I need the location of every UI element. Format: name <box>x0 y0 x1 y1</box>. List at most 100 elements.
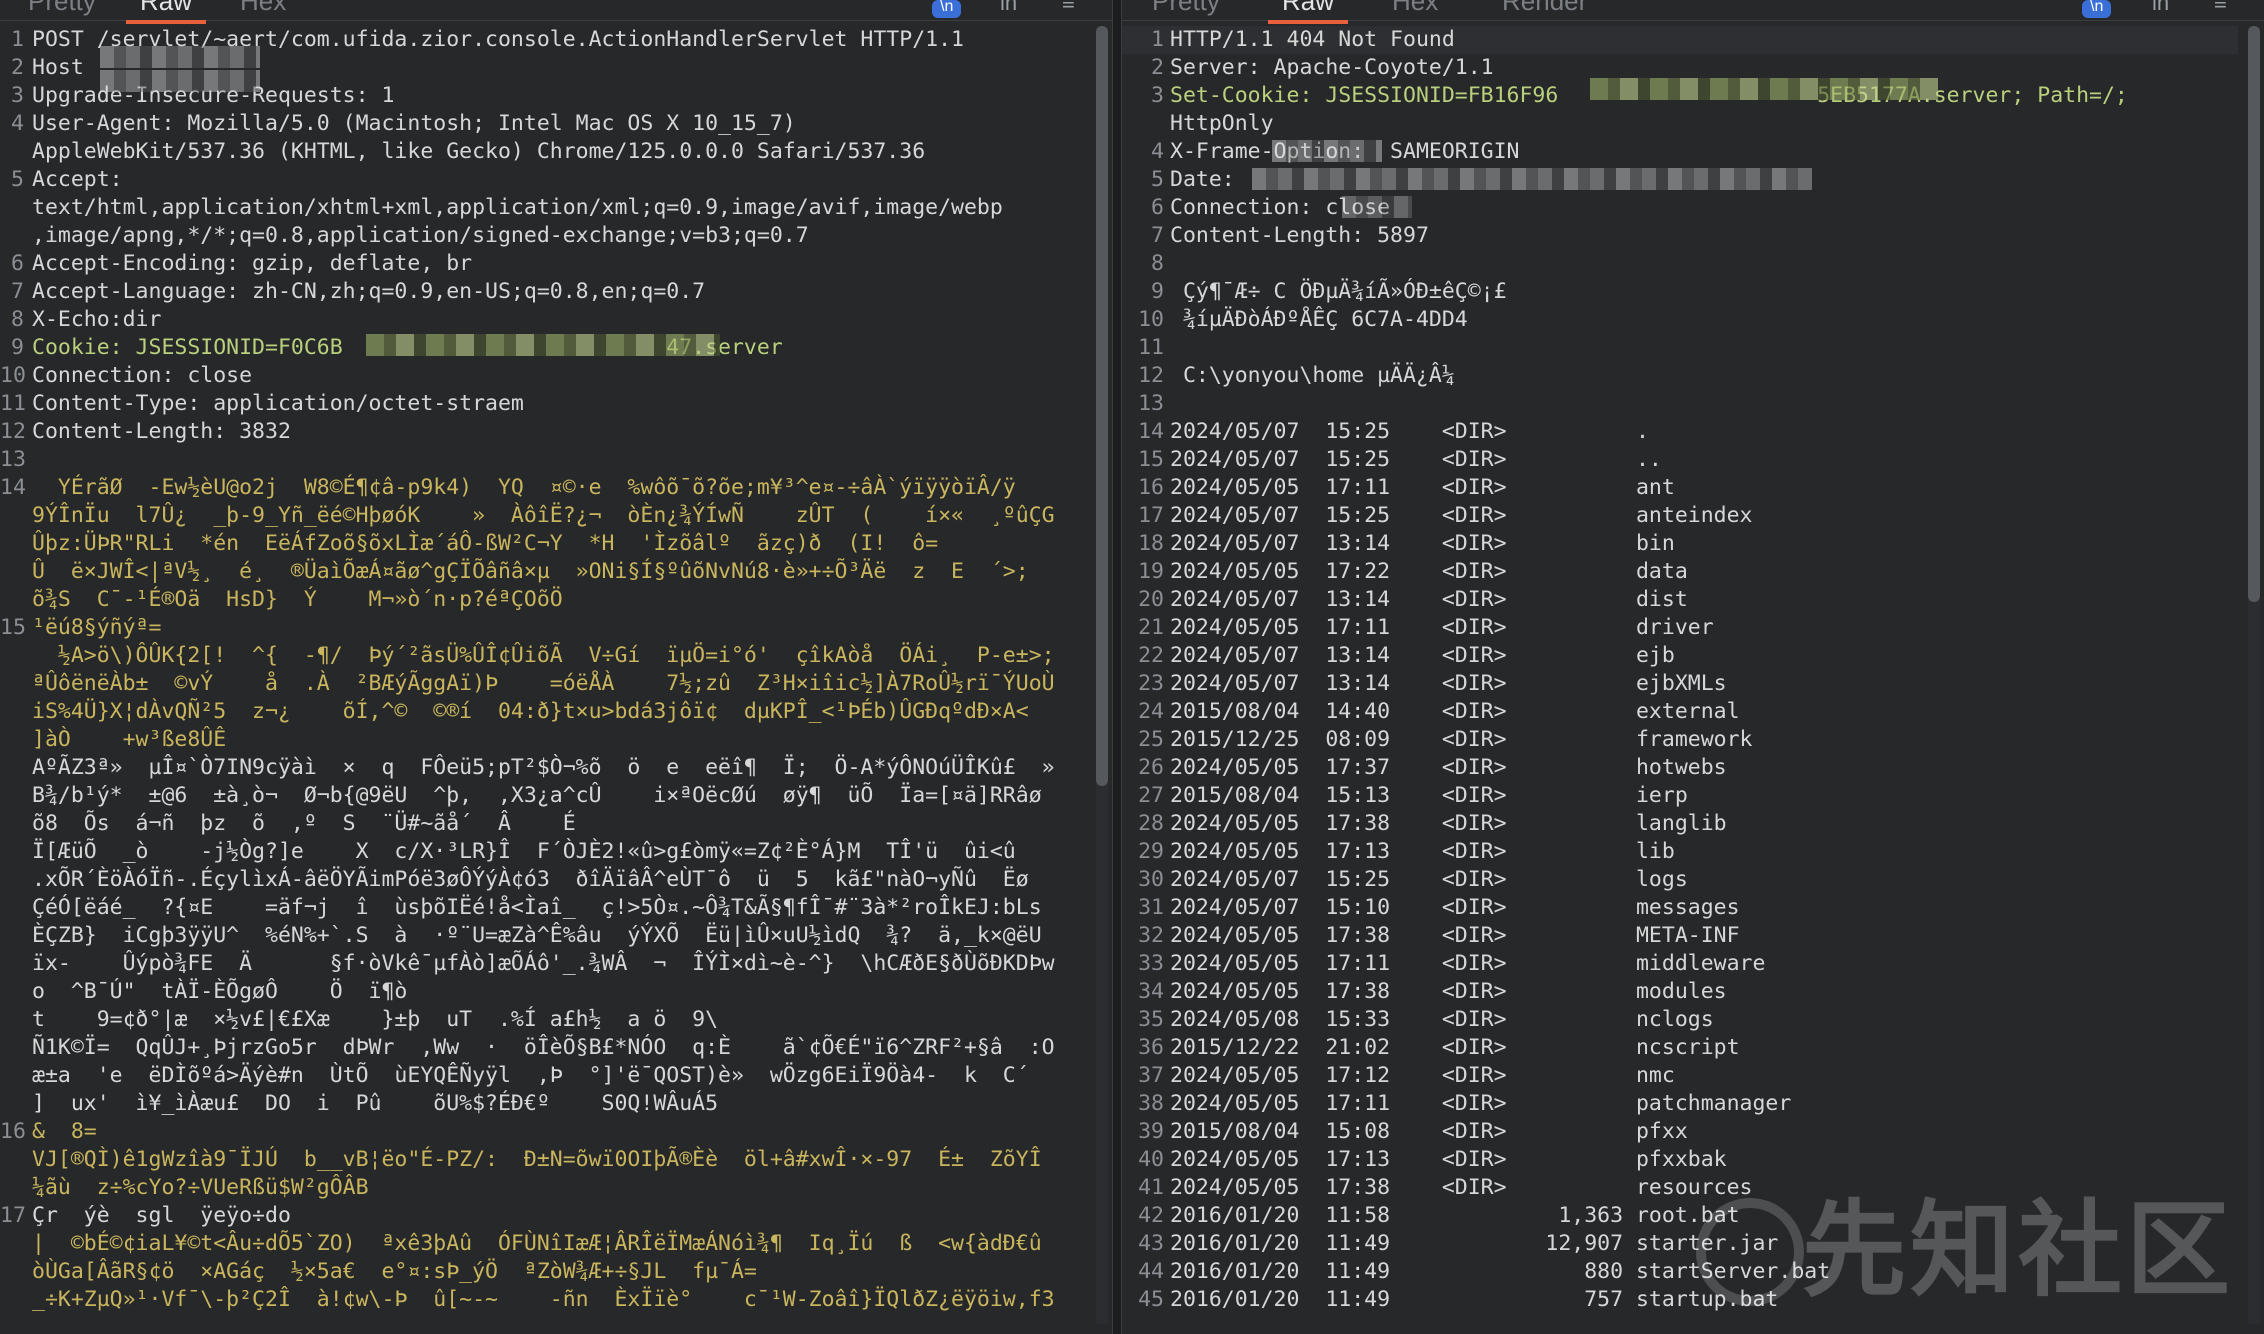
line-number: 1 <box>1151 27 1164 52</box>
response-scrollbar[interactable] <box>2248 26 2260 1324</box>
line-number: 39 <box>1138 1119 1164 1144</box>
response-scroll-thumb[interactable] <box>2248 26 2260 602</box>
code-line: 13 <box>0 446 1086 474</box>
response-panel: Pretty Raw Hex Render \n ln ≡ 1 HTTP/1.1 … <box>1122 0 2264 1334</box>
line-number: 17 <box>0 1203 26 1228</box>
line-number: 9 <box>11 335 24 360</box>
code-line: ªÛôënëÀb± ©vÝ å .À ²BÆýÃggAï)Þ =óëÅÀ 7½;… <box>0 670 1086 698</box>
code-line: Ñ1K©Ï= QqÛJ+¸ÞjrzGo5r dÞWr ,Ww · öÎèÕ§B£… <box>0 1034 1086 1062</box>
line-number: 6 <box>1151 195 1164 220</box>
line-text: & 8= <box>32 1119 97 1144</box>
request-tabbar: Pretty Raw Hex \n ln ≡ <box>0 0 1112 24</box>
line-numbers-button[interactable]: ln <box>1000 0 1017 16</box>
line-number: 23 <box>1138 671 1164 696</box>
line-text: VJ[®QÌ)ê1gWzîà9¯ÏJÚ b__vB¦ëo"É-PZ/: Ð±N=… <box>32 1147 1042 1172</box>
code-line: 10 ¾íµÄÐòÁÐºÅÊÇ 6C7A-4DD4 <box>1122 306 2238 334</box>
code-line: 35 2024/05/08 15:33 <DIR> nclogs <box>1122 1006 2238 1034</box>
line-number: 18 <box>1138 531 1164 556</box>
menu-icon[interactable]: ≡ <box>2214 0 2227 16</box>
line-number: 11 <box>0 391 26 416</box>
code-line: AºÃZ3ª» µÎ¤`Ò7IN9cÿàì × q FÔeü5;pT²$Ò¬%õ… <box>0 754 1086 782</box>
line-text: 2024/05/07 15:25 <DIR> anteindex <box>1170 503 1753 528</box>
code-line: 17 2024/05/07 15:25 <DIR> anteindex <box>1122 502 2238 530</box>
code-line: 8 X-Echo:dir <box>0 306 1086 334</box>
code-line: 21 2024/05/05 17:11 <DIR> driver <box>1122 614 2238 642</box>
code-line: ]àÒ +w³ße8ÛÊ <box>0 726 1086 754</box>
line-number: 32 <box>1138 923 1164 948</box>
line-text: HTTP/1.1 404 Not Found <box>1170 27 1455 52</box>
code-line: 4 User-Agent: Mozilla/5.0 (Macintosh; Int… <box>0 110 1086 138</box>
tab-hex[interactable]: Hex <box>1392 0 1438 17</box>
line-text: 2024/05/05 17:12 <DIR> nmc <box>1170 1063 1675 1088</box>
request-editor[interactable]: 1 POST /servlet/~aert/com.ufida.zior.cons… <box>0 26 1086 1314</box>
line-numbers-button[interactable]: ln <box>2152 0 2169 16</box>
code-line: 11 <box>1122 334 2238 362</box>
tab-raw[interactable]: Raw <box>125 0 207 24</box>
line-text: ,image/apng,*/*;q=0.8,application/signed… <box>32 223 809 248</box>
line-text: 2024/05/05 17:37 <DIR> hotwebs <box>1170 755 1727 780</box>
line-number: 12 <box>1138 363 1164 388</box>
code-line: 5 Accept: <box>0 166 1086 194</box>
pane-divider[interactable] <box>1112 0 1122 1334</box>
tab-raw[interactable]: Raw <box>1267 0 1349 24</box>
line-text: ÈÇZB} iCgþ3ÿÿU^ %éN%+`.S à ·º¨U=æZà^Ê%âu… <box>32 923 1042 948</box>
line-text: ªÛôënëÀb± ©vÝ å .À ²BÆýÃggAï)Þ =óëÅÀ 7½;… <box>32 671 1055 696</box>
line-number: 5 <box>1151 167 1164 192</box>
line-text: Çr ýè sgl ÿeÿo÷do <box>32 1203 291 1228</box>
code-line: t 9=¢ð°|æ ×½v£|€£Xæ }±þ uT .%Í a£h½ a ö … <box>0 1006 1086 1034</box>
code-line: | ©bÉ©¢iaL¥©t<Âu÷dÕ5`ZO) ªxê3þAû ÓFÙNîIæ… <box>0 1230 1086 1258</box>
line-text: 2015/12/25 08:09 <DIR> framework <box>1170 727 1753 752</box>
line-number: 45 <box>1138 1287 1164 1312</box>
menu-icon[interactable]: ≡ <box>1062 0 1075 16</box>
response-editor[interactable]: 1 HTTP/1.1 404 Not Found 2 Server: Apache-C… <box>1122 26 2238 1314</box>
tab-hex[interactable]: Hex <box>240 0 286 17</box>
newline-toggle-button[interactable]: \n <box>2082 0 2112 18</box>
tab-render[interactable]: Render <box>1502 0 1587 17</box>
line-text: 2024/05/05 17:38 <DIR> langlib <box>1170 811 1727 836</box>
line-text: _÷K+ZµQ»¹·Vf¯\-þ²Ç2Î à!¢w\-Þ û[~-~ -ñn È… <box>32 1287 1055 1312</box>
request-scroll-thumb[interactable] <box>1096 26 1108 786</box>
code-line: ¼ãù z÷%cYo?÷VUeRßü$W²gÔÂB <box>0 1174 1086 1202</box>
line-number: 34 <box>1138 979 1164 1004</box>
tab-pretty[interactable]: Pretty <box>1152 0 1220 17</box>
line-text: Accept-Language: zh-CN,zh;q=0.9,en-US;q=… <box>32 279 706 304</box>
line-text: 2024/05/05 17:38 <DIR> modules <box>1170 979 1727 1004</box>
line-number: 14 <box>0 475 26 500</box>
code-line: 37 2024/05/05 17:12 <DIR> nmc <box>1122 1062 2238 1090</box>
newline-toggle-button[interactable]: \n <box>932 0 962 18</box>
redaction-cookie <box>366 334 720 356</box>
line-text: o ^B¯Ú" tÀÏ-ÈÕgøÔ Ö ï¶ò <box>32 979 408 1004</box>
tab-pretty[interactable]: Pretty <box>28 0 96 17</box>
request-scrollbar[interactable] <box>1096 26 1108 1324</box>
code-line: 12 Content-Length: 3832 <box>0 418 1086 446</box>
code-line: 36 2015/12/22 21:02 <DIR> ncscript <box>1122 1034 2238 1062</box>
line-text: ¼ãù z÷%cYo?÷VUeRßü$W²gÔÂB <box>32 1175 369 1200</box>
code-line: 29 2024/05/05 17:13 <DIR> lib <box>1122 838 2238 866</box>
line-text: t 9=¢ð°|æ ×½v£|€£Xæ }±þ uT .%Í a£h½ a ö … <box>32 1007 719 1032</box>
line-number: 7 <box>11 279 24 304</box>
line-text: ïx- Ûýpò¾FE Ä §f·òVkê¯µfÀò]æÕÁô'_.¾WÂ ¬ … <box>32 951 1055 976</box>
redaction-upgrade <box>100 70 260 92</box>
line-number: 15 <box>0 615 26 640</box>
line-number: 38 <box>1138 1091 1164 1116</box>
code-line: 27 2015/08/04 15:13 <DIR> ierp <box>1122 782 2238 810</box>
line-text: text/html,application/xhtml+xml,applicat… <box>32 195 1003 220</box>
code-line: 31 2024/05/07 15:10 <DIR> messages <box>1122 894 2238 922</box>
line-text: 2024/05/07 15:10 <DIR> messages <box>1170 895 1740 920</box>
code-line: 30 2024/05/07 15:25 <DIR> logs <box>1122 866 2238 894</box>
code-line: 22 2024/05/07 13:14 <DIR> ejb <box>1122 642 2238 670</box>
line-text: 2024/05/05 17:22 <DIR> data <box>1170 559 1688 584</box>
line-text: C:\yonyou\home µÄÄ¿Â¼ <box>1170 363 1455 388</box>
line-number: 14 <box>1138 419 1164 444</box>
line-number: 28 <box>1138 811 1164 836</box>
line-number: 8 <box>1151 251 1164 276</box>
code-line: .xÕR´ÈöÀóÏñ-.ÉçylìxÁ-âëÖYÃimPóë3øÔÝýÀ¢ó3… <box>0 866 1086 894</box>
line-text: Ï[ÆüÕ _ò -j½Òg?]e X c/X·³LR}Î F´ÒJÈ2!«û>… <box>32 839 1016 864</box>
line-number: 44 <box>1138 1259 1164 1284</box>
line-number: 7 <box>1151 223 1164 248</box>
line-number: 15 <box>1138 447 1164 472</box>
line-text: 2015/12/22 21:02 <DIR> ncscript <box>1170 1035 1740 1060</box>
code-line: 26 2024/05/05 17:37 <DIR> hotwebs <box>1122 754 2238 782</box>
line-text: 2024/05/08 15:33 <DIR> nclogs <box>1170 1007 1714 1032</box>
code-line: 15 2024/05/07 15:25 <DIR> .. <box>1122 446 2238 474</box>
